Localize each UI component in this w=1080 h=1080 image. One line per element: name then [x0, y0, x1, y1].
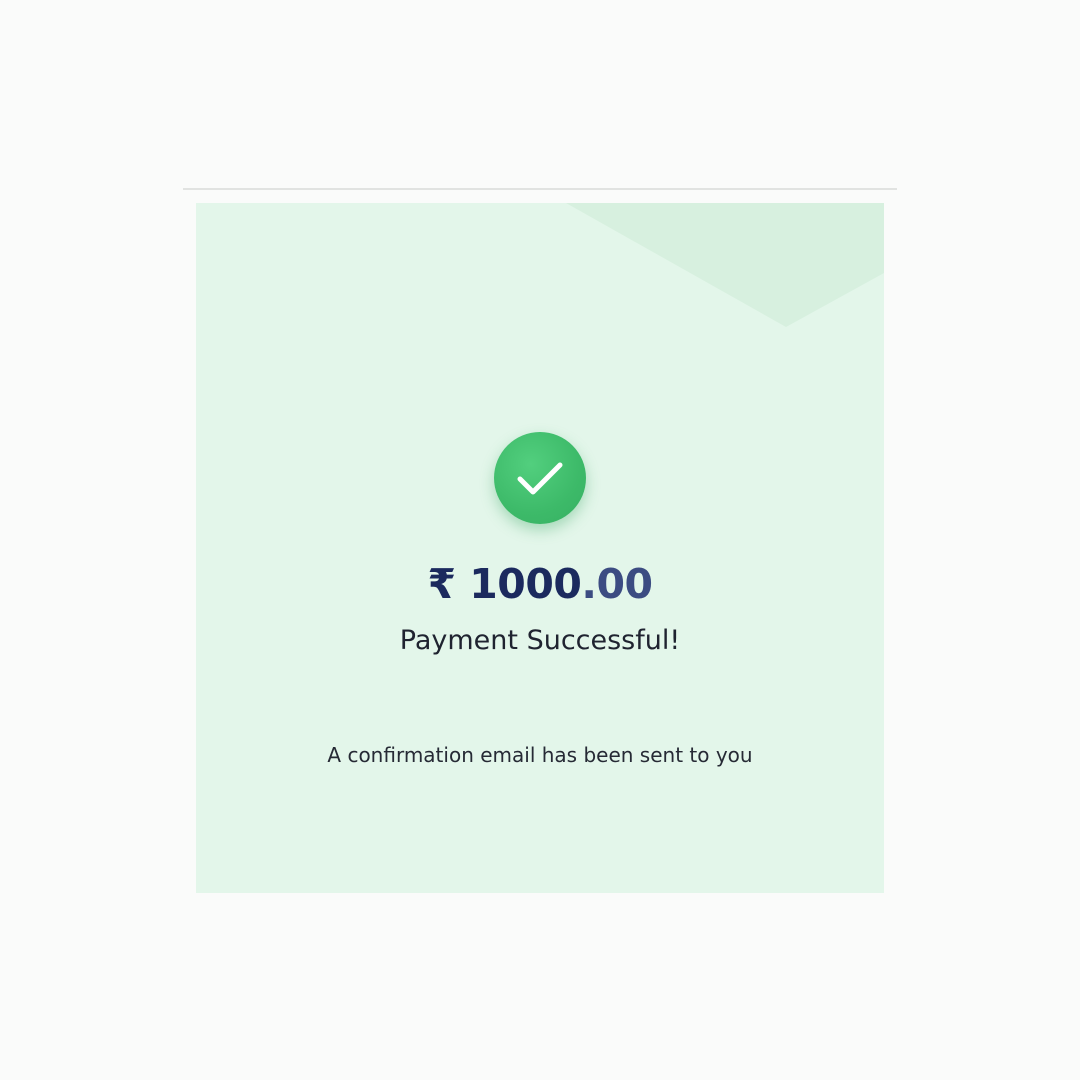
- payment-success-card: ₹ 1000.00 Payment Successful! A confirma…: [196, 203, 884, 893]
- top-divider: [183, 188, 897, 190]
- check-circle-icon: [494, 432, 586, 524]
- payment-amount: ₹ 1000.00: [196, 559, 884, 609]
- payment-success-screen: ₹ 1000.00 Payment Successful! A confirma…: [0, 0, 1080, 1080]
- amount-whole: 1000: [469, 560, 582, 608]
- amount-decimal: .00: [581, 560, 653, 608]
- currency-symbol: ₹: [427, 560, 456, 608]
- decorative-background-shape: [566, 203, 884, 327]
- payment-status-title: Payment Successful!: [399, 625, 681, 656]
- confirmation-message: A confirmation email has been sent to yo…: [327, 743, 753, 767]
